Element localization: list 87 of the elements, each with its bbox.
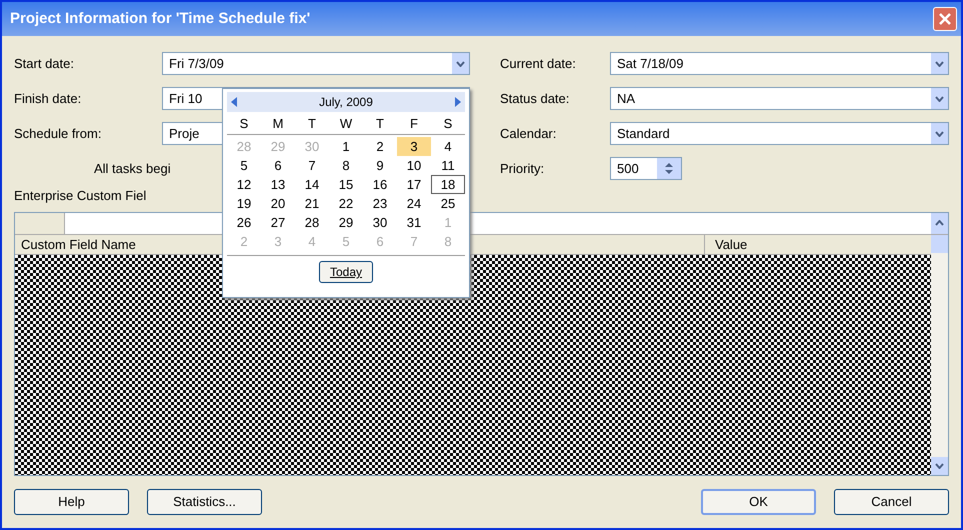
dropdown-button[interactable] bbox=[931, 123, 948, 144]
dropdown-field[interactable]: NA bbox=[610, 87, 949, 110]
close-button[interactable] bbox=[933, 7, 957, 31]
spin-arrows-icon bbox=[665, 163, 673, 174]
field-label: Finish date: bbox=[14, 90, 82, 108]
calendar-day[interactable]: 10 bbox=[397, 156, 431, 175]
field-label: Status date: bbox=[500, 90, 570, 108]
scrollbar[interactable] bbox=[931, 234, 948, 475]
previous-month-button[interactable] bbox=[231, 97, 238, 107]
field-label: Priority: bbox=[500, 160, 546, 178]
calendar-day[interactable]: 1 bbox=[329, 137, 363, 156]
close-icon bbox=[939, 13, 951, 25]
calendar-day[interactable]: 9 bbox=[363, 156, 397, 175]
dialog-button[interactable]: Statistics... bbox=[147, 489, 262, 515]
calendar-day[interactable]: 14 bbox=[295, 175, 329, 194]
calendar-day[interactable]: 23 bbox=[363, 194, 397, 213]
calendar-day[interactable]: 3 bbox=[397, 137, 431, 156]
dropdown-button[interactable] bbox=[931, 53, 948, 74]
calendar-day[interactable]: 13 bbox=[261, 175, 295, 194]
calendar-day[interactable]: 26 bbox=[227, 213, 261, 232]
field-label: Calendar: bbox=[500, 124, 558, 143]
weekday-label: W bbox=[338, 115, 354, 133]
calendar-day[interactable]: 16 bbox=[363, 175, 397, 194]
weekday-label: M bbox=[272, 115, 284, 133]
calendar-day[interactable]: 30 bbox=[363, 213, 397, 232]
calendar-day[interactable]: 15 bbox=[329, 175, 363, 194]
field-value: Standard bbox=[617, 124, 670, 143]
field-label: Current date: bbox=[500, 54, 577, 73]
spin-button[interactable] bbox=[657, 158, 681, 179]
right-arrow-icon bbox=[454, 97, 461, 107]
calendar-day[interactable]: 25 bbox=[431, 194, 465, 213]
dropdown-button[interactable] bbox=[931, 88, 948, 109]
calendar-day[interactable]: 21 bbox=[295, 194, 329, 213]
calendar-day[interactable]: 20 bbox=[261, 194, 295, 213]
chevron-down-icon bbox=[456, 60, 465, 66]
calendar-day[interactable]: 19 bbox=[227, 194, 261, 213]
weekday-label: S bbox=[238, 115, 250, 133]
calendar-day[interactable]: 29 bbox=[329, 213, 363, 232]
dropdown-field[interactable]: Sat 7/18/09 bbox=[610, 52, 949, 75]
column-header: Value bbox=[714, 236, 748, 254]
scroll-down-button[interactable] bbox=[931, 457, 948, 475]
calendar-day[interactable]: 4 bbox=[431, 137, 465, 156]
note-text: All tasks begi bbox=[94, 160, 171, 178]
today-button[interactable]: Today bbox=[318, 261, 374, 283]
chevron-down-icon bbox=[935, 130, 944, 136]
chevron-down-icon bbox=[935, 96, 944, 102]
dropdown-field[interactable]: Standard bbox=[610, 122, 949, 145]
calendar-day[interactable]: 5 bbox=[227, 156, 261, 175]
scroll-up-button[interactable] bbox=[931, 212, 948, 234]
calendar-day[interactable]: 28 bbox=[295, 213, 329, 232]
next-month-button[interactable] bbox=[454, 97, 461, 107]
dialog-button[interactable]: Cancel bbox=[834, 489, 949, 515]
section-label: Enterprise Custom Fiel bbox=[14, 188, 146, 203]
calendar-day[interactable]: 6 bbox=[261, 156, 295, 175]
weekday-label: F bbox=[409, 115, 419, 133]
field-value: Proje bbox=[169, 124, 200, 143]
field-value: NA bbox=[617, 90, 636, 108]
calendar-day[interactable]: 17 bbox=[397, 175, 431, 194]
chevron-down-icon bbox=[935, 60, 944, 66]
field-value: Fri 10 bbox=[169, 90, 202, 108]
weekday-label: S bbox=[442, 115, 454, 133]
dialog-button[interactable]: OK bbox=[701, 489, 816, 515]
scroll-thumb[interactable] bbox=[931, 234, 948, 252]
calendar-day[interactable]: 8 bbox=[329, 156, 363, 175]
weekday-label: T bbox=[375, 115, 385, 133]
calendar-day[interactable]: 18 bbox=[431, 175, 465, 194]
field-label: Schedule from: bbox=[14, 124, 102, 143]
calendar-day[interactable]: 22 bbox=[329, 194, 363, 213]
field-value: 500 bbox=[617, 160, 639, 178]
calendar-day[interactable]: 31 bbox=[397, 213, 431, 232]
spinner-field[interactable]: 500 bbox=[610, 157, 682, 180]
dialog-button[interactable]: Help bbox=[14, 489, 129, 515]
calendar-day[interactable]: 27 bbox=[261, 213, 295, 232]
calendar-day[interactable]: 12 bbox=[227, 175, 261, 194]
field-label: Start date: bbox=[14, 54, 75, 73]
field-value: Fri 7/3/09 bbox=[169, 54, 224, 73]
calendar-day[interactable]: 24 bbox=[397, 194, 431, 213]
weekday-label: T bbox=[307, 115, 317, 133]
window-title: Project Information for 'Time Schedule fix' bbox=[10, 8, 310, 29]
field-value: Sat 7/18/09 bbox=[617, 54, 684, 73]
dropdown-field[interactable]: Fri 7/3/09 bbox=[162, 52, 470, 75]
month-title: July, 2009 bbox=[319, 94, 373, 111]
calendar-day[interactable]: 7 bbox=[295, 156, 329, 175]
dropdown-button[interactable] bbox=[452, 53, 469, 74]
left-arrow-icon bbox=[231, 97, 238, 107]
calendar-day[interactable]: 2 bbox=[363, 137, 397, 156]
calendar-day[interactable]: 11 bbox=[431, 156, 465, 175]
